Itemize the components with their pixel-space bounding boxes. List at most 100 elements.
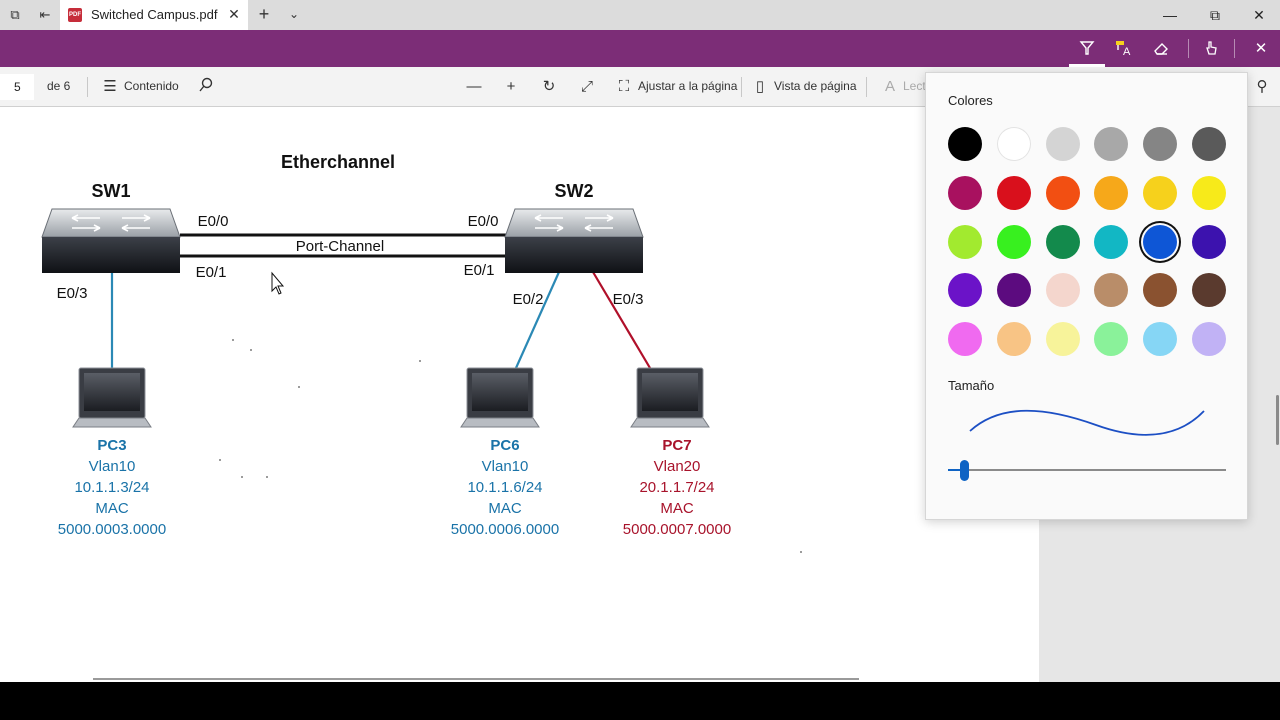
toolbar-separator bbox=[741, 77, 742, 97]
pc-mac: 5000.0003.0000 bbox=[57, 521, 167, 538]
zoom-in-icon[interactable]: + bbox=[501, 77, 521, 97]
minimize-button[interactable]: — bbox=[1147, 0, 1193, 30]
color-swatch[interactable] bbox=[1192, 224, 1226, 259]
tab-close-icon[interactable]: ✕ bbox=[226, 6, 242, 22]
diagram-title: Etherchannel bbox=[281, 152, 395, 172]
color-swatch[interactable] bbox=[1192, 127, 1226, 161]
page-view-button[interactable]: Vista de página bbox=[774, 79, 857, 93]
sw1-port-e03: E0/3 bbox=[57, 285, 88, 302]
color-swatch[interactable] bbox=[996, 224, 1031, 259]
fit-page-button[interactable]: Ajustar a la página bbox=[638, 79, 737, 93]
vertical-scrollbar[interactable] bbox=[1276, 395, 1279, 445]
sw2-port-e01: E0/1 bbox=[464, 262, 495, 279]
color-swatch[interactable] bbox=[1143, 322, 1178, 357]
color-swatch[interactable] bbox=[948, 224, 982, 259]
fit-page-icon[interactable]: ⛶ bbox=[614, 77, 634, 97]
toolbar-separator bbox=[87, 77, 88, 97]
sw1-switch-icon[interactable] bbox=[41, 208, 181, 273]
restore-button[interactable]: ⧉ bbox=[1192, 0, 1238, 30]
port-channel-label: Port-Channel bbox=[296, 238, 384, 255]
text-highlight-icon[interactable]: A bbox=[1106, 30, 1142, 67]
page-number-input[interactable]: 5 bbox=[0, 74, 34, 100]
color-swatch[interactable] bbox=[1045, 175, 1080, 210]
rotate-icon[interactable]: ↻ bbox=[539, 77, 559, 97]
toolbar-separator bbox=[866, 77, 867, 97]
tab-menu-chevron-icon[interactable]: ⌄ bbox=[286, 5, 302, 23]
color-swatch[interactable] bbox=[948, 175, 982, 210]
color-swatch[interactable] bbox=[1143, 127, 1178, 161]
pc-vlan: Vlan20 bbox=[653, 458, 701, 475]
contents-list-icon[interactable]: ☰ bbox=[100, 77, 120, 97]
size-slider-track[interactable] bbox=[948, 469, 1226, 471]
color-swatch[interactable] bbox=[996, 127, 1031, 161]
color-swatch[interactable] bbox=[1094, 322, 1129, 357]
read-aloud-button[interactable]: Lect bbox=[903, 79, 926, 93]
color-swatch[interactable] bbox=[1192, 322, 1226, 357]
pc-name: PC6 bbox=[490, 437, 520, 454]
zoom-out-icon[interactable]: — bbox=[464, 77, 484, 97]
page-bottom-rule bbox=[93, 678, 859, 680]
color-swatch[interactable] bbox=[1045, 273, 1080, 308]
eraser-icon[interactable] bbox=[1143, 30, 1179, 67]
sw2-switch-icon[interactable] bbox=[504, 208, 644, 273]
pdf-page: Etherchannel SW1 SW2 Port-Channel E0/0 E… bbox=[0, 107, 1039, 682]
taskbar-strip bbox=[0, 682, 1280, 720]
color-swatch[interactable] bbox=[1094, 175, 1129, 210]
tab-back-icon[interactable]: ⇤ bbox=[36, 6, 54, 24]
search-icon[interactable] bbox=[196, 77, 216, 97]
mouse-cursor bbox=[271, 271, 285, 295]
pc6-info: PC6 Vlan10 10.1.1.6/24 MAC 5000.0006.000… bbox=[425, 435, 585, 540]
pc3-laptop-icon[interactable] bbox=[72, 367, 152, 428]
color-swatch[interactable] bbox=[1143, 224, 1178, 259]
new-tab-button[interactable]: + bbox=[255, 5, 273, 23]
color-swatch[interactable] bbox=[996, 273, 1031, 308]
sw1-port-e01: E0/1 bbox=[196, 264, 227, 281]
touch-writing-icon[interactable] bbox=[1193, 30, 1229, 67]
sw1-port-e00: E0/0 bbox=[198, 213, 229, 230]
color-swatch[interactable] bbox=[1143, 175, 1178, 210]
contents-button[interactable]: Contenido bbox=[124, 79, 179, 93]
color-swatch[interactable] bbox=[1143, 273, 1178, 308]
pc-ip: 10.1.1.3/24 bbox=[74, 479, 150, 496]
sw2-port-e00: E0/0 bbox=[468, 213, 499, 230]
size-slider-thumb[interactable] bbox=[960, 460, 969, 481]
color-swatch[interactable] bbox=[1094, 127, 1129, 161]
tabs-aside-icon[interactable]: ⧉ bbox=[6, 6, 24, 24]
pc-vlan: Vlan10 bbox=[88, 458, 136, 475]
highlighter-pen-icon[interactable] bbox=[1069, 30, 1105, 67]
page-view-icon[interactable]: ▯ bbox=[750, 77, 770, 97]
color-swatch[interactable] bbox=[948, 322, 982, 357]
close-ink-icon[interactable]: ✕ bbox=[1243, 30, 1279, 67]
pc7-laptop-icon[interactable] bbox=[630, 367, 710, 428]
color-swatch[interactable] bbox=[1045, 322, 1080, 357]
sw2-label: SW2 bbox=[554, 181, 593, 201]
fullscreen-icon[interactable]: ⤢ bbox=[577, 77, 597, 97]
color-swatch[interactable] bbox=[1045, 127, 1080, 161]
close-window-button[interactable]: ✕ bbox=[1236, 0, 1280, 30]
color-swatch[interactable] bbox=[948, 273, 982, 308]
colors-heading: Colores bbox=[948, 93, 993, 108]
pc-vlan: Vlan10 bbox=[481, 458, 529, 475]
svg-text:A: A bbox=[1123, 46, 1131, 56]
color-swatch[interactable] bbox=[1094, 224, 1129, 259]
tab-switched-campus[interactable]: PDF Switched Campus.pdf ✕ bbox=[60, 0, 248, 30]
pc-mac-label: MAC bbox=[488, 500, 522, 517]
pc-mac-label: MAC bbox=[95, 500, 129, 517]
pc6-laptop-icon[interactable] bbox=[460, 367, 540, 428]
color-swatch[interactable] bbox=[948, 127, 982, 161]
pc-mac-label: MAC bbox=[660, 500, 694, 517]
color-swatch[interactable] bbox=[1094, 273, 1129, 308]
color-swatch[interactable] bbox=[996, 175, 1031, 210]
read-aloud-icon[interactable]: A bbox=[880, 77, 900, 97]
color-swatch[interactable] bbox=[1192, 273, 1226, 308]
color-swatch[interactable] bbox=[1045, 224, 1080, 259]
pc7-info: PC7 Vlan20 20.1.1.7/24 MAC 5000.0007.000… bbox=[597, 435, 757, 540]
color-swatch[interactable] bbox=[1192, 175, 1226, 210]
etherchannel-diagram: Etherchannel SW1 SW2 Port-Channel E0/0 E… bbox=[41, 152, 802, 553]
size-heading: Tamaño bbox=[948, 378, 995, 393]
color-swatch[interactable] bbox=[996, 322, 1031, 357]
share-pin-icon[interactable]: ⚲ bbox=[1252, 77, 1272, 97]
pc-ip: 10.1.1.6/24 bbox=[467, 479, 543, 496]
sw2-port-e02: E0/2 bbox=[513, 291, 544, 308]
sw2-port-e03: E0/3 bbox=[613, 291, 644, 308]
